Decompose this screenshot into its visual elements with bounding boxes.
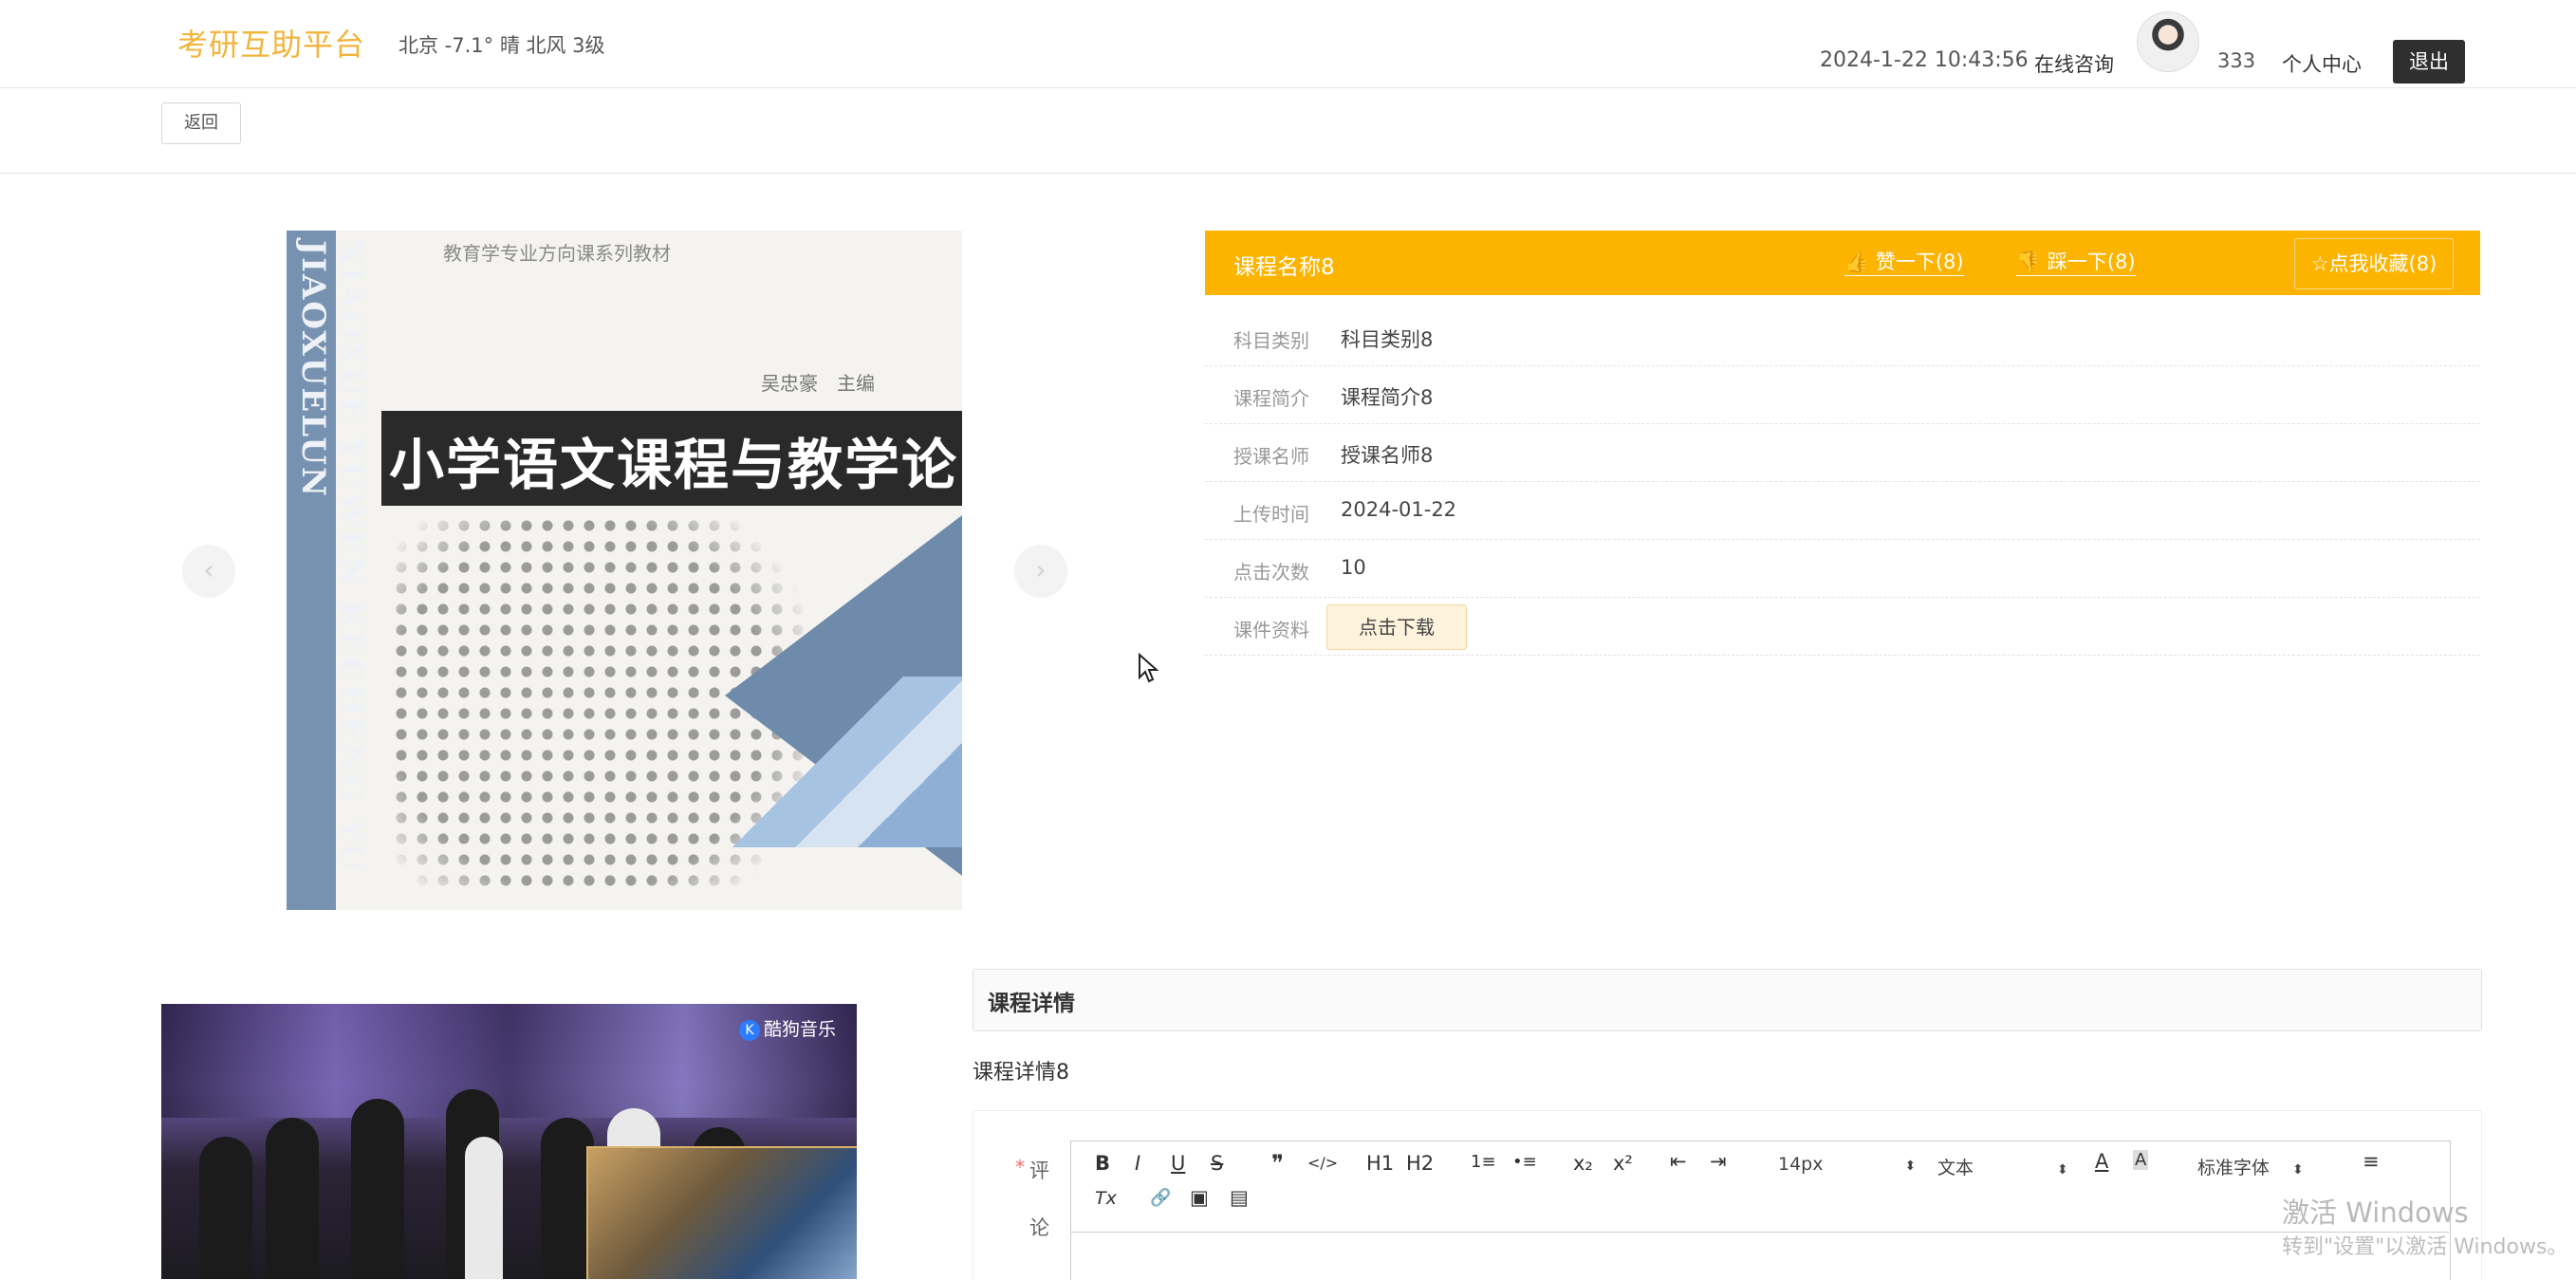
online-consult-link[interactable]: 在线咨询 bbox=[2034, 49, 2114, 78]
current-datetime: 2024-1-22 10:43:56 bbox=[1820, 48, 2029, 72]
details-content: 课程详情8 bbox=[973, 1061, 1069, 1085]
back-button[interactable]: 返回 bbox=[161, 102, 241, 144]
font-color-icon[interactable]: A bbox=[2095, 1150, 2108, 1173]
heading2-icon[interactable]: H2 bbox=[1406, 1152, 1434, 1175]
editor-toolbar: B I U S ❞ </> H1 H2 1≡ •≡ x₂ x² ⇤ ⇥ 14px… bbox=[1070, 1141, 2449, 1233]
favorite-label: 点我收藏(8) bbox=[2328, 252, 2437, 275]
site-logo[interactable]: 考研互助平台 bbox=[177, 21, 365, 65]
info-label: 课件资料 bbox=[1233, 619, 1309, 641]
windows-activation-subtitle: 转到"设置"以激活 Windows。 bbox=[2282, 1235, 2568, 1259]
select-arrow-icon: ⬍ bbox=[2292, 1162, 2304, 1178]
username: 333 bbox=[2217, 49, 2256, 72]
video-poster bbox=[586, 1146, 857, 1279]
info-row-teacher: 授课名师 授课名师8 bbox=[1205, 424, 2480, 482]
font-size-select[interactable]: 14px ⬍ bbox=[1778, 1154, 1916, 1175]
info-value: 10 bbox=[1341, 556, 1366, 579]
underline-icon[interactable]: U bbox=[1171, 1152, 1185, 1175]
book-spine-text: XIAOXUE YUWEN KECHENG YU JIAOXUELUN bbox=[294, 240, 370, 873]
comment-label: 论 bbox=[1029, 1216, 1049, 1239]
mouse-cursor-icon bbox=[1139, 653, 1158, 683]
thumb-up-icon: 👍 bbox=[1844, 250, 1876, 273]
video-icon[interactable]: ▤ bbox=[1230, 1186, 1249, 1209]
subscript-icon[interactable]: x₂ bbox=[1573, 1152, 1593, 1175]
video-figure bbox=[465, 1137, 503, 1279]
ordered-list-icon[interactable]: 1≡ bbox=[1471, 1152, 1496, 1172]
weather-info: 北京 -7.1° 晴 北风 3级 bbox=[398, 34, 605, 57]
align-icon[interactable]: ≡ bbox=[2363, 1150, 2380, 1173]
info-label: 点击次数 bbox=[1233, 561, 1309, 584]
info-value: 课程简介8 bbox=[1341, 386, 1434, 409]
dislike-button[interactable]: 👎 踩一下(8) bbox=[2016, 247, 2136, 276]
carousel-next-icon[interactable]: › bbox=[1014, 545, 1067, 598]
info-label: 课程简介 bbox=[1233, 387, 1309, 410]
font-family-select[interactable]: 标准字体 ⬍ bbox=[2197, 1154, 2304, 1179]
info-row-intro: 课程简介 课程简介8 bbox=[1205, 366, 2480, 424]
link-icon[interactable]: 🔗 bbox=[1150, 1188, 1171, 1208]
details-heading: 课程详情 bbox=[988, 992, 1075, 1016]
required-mark: * bbox=[1015, 1156, 1025, 1178]
text-style-value: 文本 bbox=[1937, 1158, 1974, 1178]
info-value: 科目类别8 bbox=[1341, 328, 1434, 351]
book-cover-image: XIAOXUE YUWEN KECHENG YU JIAOXUELUN 教育学专… bbox=[287, 231, 962, 910]
info-value: 授课名师8 bbox=[1341, 444, 1434, 467]
info-row-subject: 科目类别 科目类别8 bbox=[1205, 308, 2480, 366]
windows-activation-title: 激活 Windows bbox=[2282, 1197, 2469, 1229]
info-label: 上传时间 bbox=[1233, 503, 1309, 526]
carousel-prev-icon[interactable]: ‹ bbox=[182, 545, 235, 598]
clear-format-icon[interactable]: Tx bbox=[1095, 1188, 1117, 1209]
back-bar bbox=[0, 87, 2576, 174]
superscript-icon[interactable]: x² bbox=[1613, 1152, 1633, 1175]
download-button[interactable]: 点击下载 bbox=[1326, 604, 1467, 650]
avatar[interactable] bbox=[2137, 11, 2199, 72]
book-title: 小学语文课程与教学论 bbox=[389, 433, 959, 497]
video-watermark: K 酷狗音乐 bbox=[738, 1015, 836, 1041]
info-value: 2024-01-22 bbox=[1341, 498, 1457, 521]
italic-icon[interactable]: I bbox=[1135, 1152, 1140, 1175]
like-label: 赞一下(8) bbox=[1875, 250, 1964, 273]
cover-stripes bbox=[715, 677, 962, 847]
select-arrow-icon: ⬍ bbox=[1904, 1159, 1917, 1174]
video-watermark-text: 酷狗音乐 bbox=[763, 1019, 836, 1040]
like-button[interactable]: 👍 赞一下(8) bbox=[1844, 247, 1964, 276]
bold-icon[interactable]: B bbox=[1095, 1152, 1110, 1175]
font-family-value: 标准字体 bbox=[2197, 1158, 2270, 1178]
video-figure bbox=[351, 1099, 404, 1279]
favorite-button[interactable]: ☆点我收藏(8) bbox=[2294, 238, 2454, 289]
indent-icon[interactable]: ⇥ bbox=[1710, 1150, 1727, 1173]
bullet-list-icon[interactable]: •≡ bbox=[1512, 1152, 1537, 1172]
logout-button[interactable]: 退出 bbox=[2393, 40, 2465, 83]
comment-label: 评 bbox=[1029, 1159, 1049, 1182]
video-figure bbox=[199, 1137, 252, 1279]
dislike-label: 踩一下(8) bbox=[2047, 250, 2136, 273]
video-figure bbox=[266, 1118, 319, 1279]
thumb-down-icon: 👎 bbox=[2016, 250, 2048, 273]
star-icon: ☆ bbox=[2310, 252, 2329, 275]
blockquote-icon[interactable]: ❞ bbox=[1271, 1150, 1284, 1177]
code-icon[interactable]: </> bbox=[1307, 1154, 1338, 1172]
info-label: 科目类别 bbox=[1233, 329, 1309, 352]
font-size-value: 14px bbox=[1778, 1154, 1824, 1175]
course-title: 课程名称8 bbox=[1233, 255, 1335, 280]
book-author: 吴忠豪 主编 bbox=[761, 372, 875, 395]
course-title-bar bbox=[1205, 231, 2480, 295]
background-color-icon[interactable]: A bbox=[2133, 1150, 2149, 1170]
image-icon[interactable]: ▣ bbox=[1190, 1186, 1209, 1209]
user-center-link[interactable]: 个人中心 bbox=[2282, 49, 2362, 78]
heading1-icon[interactable]: H1 bbox=[1366, 1152, 1394, 1175]
strikethrough-icon[interactable]: S bbox=[1211, 1152, 1223, 1175]
info-row-clicks: 点击次数 10 bbox=[1205, 540, 2480, 598]
book-series: 教育学专业方向课系列教材 bbox=[443, 242, 671, 265]
select-arrow-icon: ⬍ bbox=[2057, 1162, 2068, 1178]
info-row-upload-time: 上传时间 2024-01-22 bbox=[1205, 482, 2480, 540]
info-row-download: 课件资料 点击下载 bbox=[1205, 598, 2480, 656]
outdent-icon[interactable]: ⇤ bbox=[1670, 1150, 1687, 1173]
text-style-select[interactable]: 文本 ⬍ bbox=[1937, 1154, 2068, 1179]
course-video[interactable]: K 酷狗音乐 bbox=[161, 1004, 857, 1279]
kugou-icon: K bbox=[738, 1019, 760, 1041]
details-heading-box bbox=[973, 969, 2482, 1031]
info-label: 授课名师 bbox=[1233, 445, 1309, 468]
